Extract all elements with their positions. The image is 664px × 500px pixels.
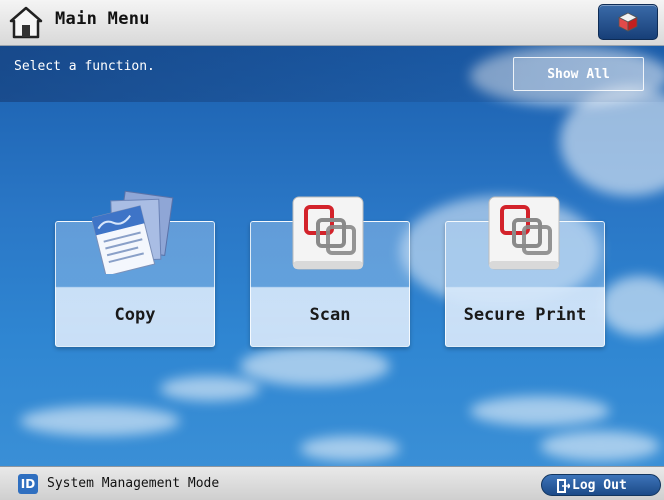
log-out-label: Log Out bbox=[572, 477, 627, 493]
scan-label: Scan bbox=[309, 305, 351, 325]
system-mode-status: System Management Mode bbox=[47, 476, 220, 491]
secure-print-overlap-icon bbox=[488, 196, 560, 270]
home-icon[interactable] bbox=[8, 4, 44, 40]
instruction-message: Select a function. bbox=[14, 59, 155, 74]
cube-button[interactable] bbox=[598, 4, 658, 40]
scan-overlap-icon bbox=[292, 196, 364, 270]
id-badge-icon: ID bbox=[18, 474, 38, 494]
page-title: Main Menu bbox=[55, 9, 150, 29]
cube-icon bbox=[618, 12, 638, 32]
copy-label: Copy bbox=[114, 305, 156, 325]
log-out-button[interactable]: Log Out bbox=[541, 474, 661, 496]
copy-documents-icon bbox=[92, 190, 174, 274]
logout-door-icon bbox=[557, 479, 570, 493]
top-header-bar: Main Menu bbox=[0, 0, 664, 46]
secure-print-label: Secure Print bbox=[463, 305, 587, 325]
show-all-button[interactable]: Show All bbox=[513, 57, 644, 91]
